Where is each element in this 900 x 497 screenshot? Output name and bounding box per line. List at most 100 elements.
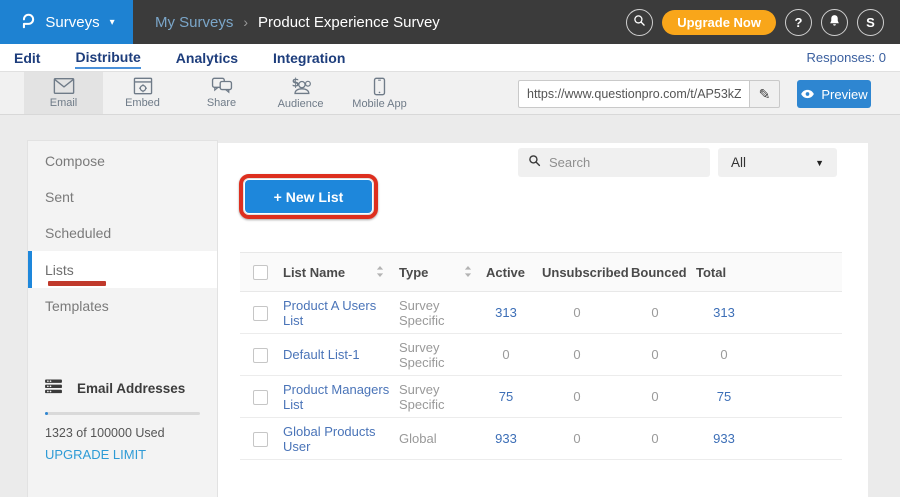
total-count[interactable]: 313 — [688, 292, 760, 334]
column-active: Active — [480, 253, 532, 292]
table-row: Default List-1 Survey Specific 0 0 0 0 — [240, 334, 842, 376]
survey-url-input[interactable] — [518, 80, 750, 108]
tab-distribute[interactable]: Distribute — [75, 46, 140, 69]
upgrade-now-button[interactable]: Upgrade Now — [662, 10, 776, 35]
active-count[interactable]: 933 — [480, 418, 532, 460]
email-addresses-panel: Email Addresses 1323 of 100000 Used UPGR… — [28, 379, 217, 464]
surveys-product-menu[interactable]: Surveys ▾ — [0, 0, 133, 44]
edit-pencil-icon: ✎ — [759, 86, 771, 103]
usage-text: 1323 of 100000 Used — [28, 415, 217, 440]
sort-icon[interactable] — [464, 265, 472, 280]
channel-label: Email — [50, 97, 78, 109]
bounced-count: 0 — [622, 376, 688, 418]
annotation-red-underline — [48, 281, 106, 286]
email-addresses-header: Email Addresses — [28, 379, 217, 397]
product-menu-label: Surveys — [45, 14, 99, 31]
preview-label: Preview — [821, 87, 867, 102]
unsubscribed-count: 0 — [532, 418, 622, 460]
bounced-count: 0 — [622, 292, 688, 334]
channel-embed[interactable]: Embed — [103, 72, 182, 114]
help-icon: ? — [795, 15, 803, 30]
survey-tabs: Edit Distribute Analytics Integration Re… — [0, 44, 900, 72]
questionpro-logo-icon — [18, 11, 37, 34]
sidebar-item-lists[interactable]: Lists — [28, 251, 217, 288]
search-icon — [633, 14, 646, 30]
user-avatar[interactable]: S — [857, 9, 884, 36]
list-type: Survey Specific — [392, 376, 480, 418]
email-addresses-title: Email Addresses — [77, 381, 185, 396]
distribute-toolbar: Email Embed Share $ Audience — [0, 72, 900, 115]
notifications-button[interactable] — [821, 9, 848, 36]
preview-button[interactable]: Preview — [797, 80, 871, 108]
sidebar-item-sent[interactable]: Sent — [28, 179, 217, 215]
list-name-link[interactable]: Global Products User — [278, 418, 392, 460]
channel-share[interactable]: Share — [182, 72, 261, 114]
tab-integration[interactable]: Integration — [273, 47, 345, 68]
channel-mobile-app[interactable]: Mobile App — [340, 72, 419, 114]
edit-url-button[interactable]: ✎ — [750, 80, 780, 108]
caret-down-icon: ▾ — [110, 17, 115, 28]
top-bar: Surveys ▾ My Surveys › Product Experienc… — [0, 0, 900, 44]
svg-text:$: $ — [291, 77, 299, 90]
breadcrumb-my-surveys[interactable]: My Surveys — [155, 14, 233, 31]
channel-label: Share — [207, 97, 236, 109]
sidebar-item-label: Lists — [45, 262, 74, 278]
channel-label: Embed — [125, 97, 160, 109]
row-checkbox[interactable] — [253, 348, 268, 363]
active-count[interactable]: 313 — [480, 292, 532, 334]
total-count[interactable]: 75 — [688, 376, 760, 418]
breadcrumb-separator: › — [243, 14, 248, 30]
search-input[interactable] — [549, 155, 725, 170]
total-count[interactable]: 0 — [688, 334, 760, 376]
share-icon — [211, 77, 233, 95]
table-row: Product A Users List Survey Specific 313… — [240, 292, 842, 334]
channel-email[interactable]: Email — [24, 72, 103, 114]
lists-table: List Name Type Active Unsubscribed Bounc… — [240, 252, 842, 460]
audience-icon: $ — [289, 77, 313, 96]
channel-audience[interactable]: $ Audience — [261, 72, 340, 114]
lists-content: + New List All ▼ List Name Type — [218, 143, 868, 497]
active-count[interactable]: 0 — [480, 334, 532, 376]
breadcrumb: My Surveys › Product Experience Survey — [155, 14, 440, 31]
tab-edit[interactable]: Edit — [14, 47, 40, 68]
new-list-button[interactable]: + New List — [245, 180, 372, 213]
search-button[interactable] — [626, 9, 653, 36]
sort-icon[interactable] — [376, 265, 384, 280]
row-checkbox[interactable] — [253, 306, 268, 321]
column-type: Type — [399, 265, 428, 280]
bounced-count: 0 — [622, 334, 688, 376]
help-button[interactable]: ? — [785, 9, 812, 36]
column-unsubscribed: Unsubscribed — [532, 253, 622, 292]
list-type: Survey Specific — [392, 292, 480, 334]
list-name-link[interactable]: Product A Users List — [278, 292, 392, 334]
email-icon — [53, 77, 75, 95]
column-total: Total — [688, 253, 760, 292]
unsubscribed-count: 0 — [532, 376, 622, 418]
eye-icon — [800, 87, 815, 102]
sidebar-item-scheduled[interactable]: Scheduled — [28, 215, 217, 251]
responses-count: Responses: 0 — [807, 50, 887, 65]
annotation-red-box: + New List — [239, 174, 378, 219]
tab-analytics[interactable]: Analytics — [176, 47, 238, 68]
usage-progress-bar — [45, 412, 200, 415]
row-checkbox[interactable] — [253, 432, 268, 447]
table-header-row: List Name Type Active Unsubscribed Bounc… — [240, 253, 842, 292]
upgrade-limit-link[interactable]: UPGRADE LIMIT — [28, 440, 163, 462]
column-list-name: List Name — [283, 265, 345, 280]
bounced-count: 0 — [622, 418, 688, 460]
list-search — [518, 148, 710, 177]
sidebar-item-templates[interactable]: Templates — [28, 288, 217, 324]
topbar-actions: Upgrade Now ? S — [626, 9, 900, 36]
breadcrumb-current-survey: Product Experience Survey — [258, 14, 440, 31]
select-all-checkbox[interactable] — [253, 265, 268, 280]
row-checkbox[interactable] — [253, 390, 268, 405]
column-bounced: Bounced — [622, 253, 688, 292]
list-name-link[interactable]: Product Managers List — [278, 376, 392, 418]
list-type: Global — [392, 418, 480, 460]
list-name-link[interactable]: Default List-1 — [278, 334, 392, 376]
email-sidebar: Compose Sent Scheduled Lists Templates E… — [27, 140, 218, 497]
list-filter-dropdown[interactable]: All ▼ — [718, 148, 837, 177]
sidebar-item-compose[interactable]: Compose — [28, 143, 217, 179]
active-count[interactable]: 75 — [480, 376, 532, 418]
total-count[interactable]: 933 — [688, 418, 760, 460]
